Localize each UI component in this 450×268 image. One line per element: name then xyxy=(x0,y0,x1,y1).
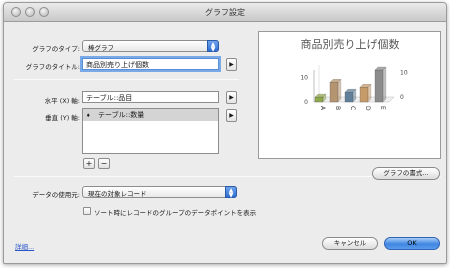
data-source-value: 現在の対象レコード xyxy=(88,190,147,198)
minus-icon: − xyxy=(100,159,108,168)
chart-title-expand-button[interactable]: ▶ xyxy=(226,58,237,71)
cancel-button[interactable]: キャンセル xyxy=(322,237,378,250)
chart-bar xyxy=(329,82,339,103)
title-bar: グラフ設定 xyxy=(4,3,446,22)
section-divider xyxy=(14,79,239,80)
x-axis-field[interactable]: テーブル::品目 xyxy=(82,91,219,103)
details-link[interactable]: 詳細... xyxy=(15,241,34,251)
chart-title-label: グラフのタイトル: xyxy=(25,63,80,71)
ok-button[interactable]: OK xyxy=(384,237,440,250)
expand-arrow-icon: ▶ xyxy=(229,61,234,68)
x-tick-label: A xyxy=(319,106,326,111)
chart-bar xyxy=(344,92,354,103)
cancel-label: キャンセル xyxy=(333,239,367,247)
expand-arrow-icon: ▶ xyxy=(229,94,234,101)
chart-bar-side xyxy=(337,78,342,103)
chart-title: 商品別売り上げ個数 xyxy=(301,37,400,51)
sort-checkbox[interactable] xyxy=(83,207,91,215)
popup-arrows-icon: ▲ ▼ xyxy=(207,40,219,53)
chart-bar xyxy=(314,96,324,103)
chart-format-button[interactable]: グラフの書式... xyxy=(372,167,440,180)
chart-preview-svg: 商品別売り上げ個数 10 0 10 0 A B C D E xyxy=(300,37,408,111)
y-axis-row[interactable]: ♦ テーブル::数量 xyxy=(83,109,218,121)
sort-checkbox-label: ソート時にレコードのグループのデータポイントを表示 xyxy=(94,209,257,217)
chart-title-value: 商品別売り上げ個数 xyxy=(86,61,149,69)
data-source-popup[interactable]: 現在の対象レコード ▲ ▼ xyxy=(82,186,237,199)
y-tick-label-right: 0 xyxy=(400,94,404,101)
y-axis-label: 垂直 (Y) 軸: xyxy=(45,114,80,122)
y-tick-label-left: 10 xyxy=(300,74,308,81)
window-title: グラフ設定 xyxy=(205,8,245,17)
y-axis-expand-button[interactable]: ▶ xyxy=(226,109,237,122)
chart-preview: 商品別売り上げ個数 10 0 10 0 A B C D E xyxy=(258,31,441,159)
chart-settings-window: グラフ設定 グラフのタイプ: 棒グラフ ▲ ▼ グラフのタイトル: 商品別売り上げ… xyxy=(3,2,447,264)
y-axis-row-value: テーブル::数量 xyxy=(98,111,145,119)
y-tick-label-right: 10 xyxy=(400,69,408,76)
chart-type-label: グラフのタイプ: xyxy=(32,45,80,53)
popup-arrows-icon: ▲ ▼ xyxy=(225,186,237,199)
x-axis-value: テーブル::品目 xyxy=(86,94,133,102)
plus-icon: + xyxy=(85,159,93,168)
add-series-button[interactable]: + xyxy=(83,158,95,169)
chart-bar xyxy=(374,69,384,103)
x-tick-label: D xyxy=(364,106,371,111)
x-axis-label: 水平 (X) 軸: xyxy=(44,97,80,105)
x-tick-label: E xyxy=(379,106,386,110)
x-tick-label: B xyxy=(334,106,341,110)
remove-series-button[interactable]: − xyxy=(98,158,110,169)
chart-type-popup[interactable]: 棒グラフ ▲ ▼ xyxy=(82,40,219,53)
y-axis-list[interactable]: ♦ テーブル::数量 xyxy=(82,108,219,154)
chart-title-field[interactable]: 商品別売り上げ個数 xyxy=(82,58,219,70)
chart-bar xyxy=(359,87,369,103)
ok-label: OK xyxy=(407,239,417,247)
chart-bar-side xyxy=(382,66,387,103)
chart-format-label: グラフの書式... xyxy=(383,169,429,177)
chart-type-value: 棒グラフ xyxy=(88,44,114,52)
x-tick-label: C xyxy=(349,106,356,110)
y-tick-label-left: 0 xyxy=(304,99,308,106)
data-source-label: データの使用元: xyxy=(32,191,80,199)
chart-bar-side xyxy=(367,83,372,103)
y-axis-row-marker: ♦ xyxy=(86,113,91,119)
x-axis-expand-button[interactable]: ▶ xyxy=(226,91,237,104)
expand-arrow-icon: ▶ xyxy=(229,112,234,119)
